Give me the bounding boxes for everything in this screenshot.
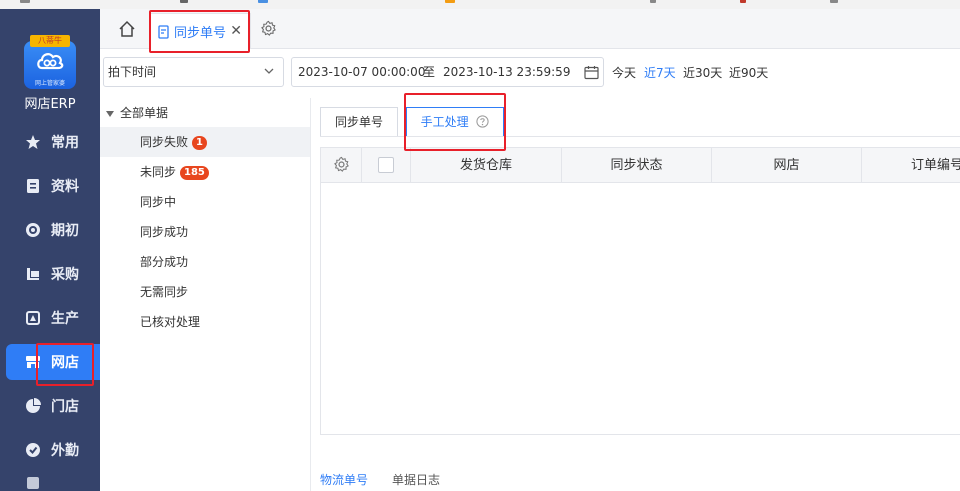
nav-item-common[interactable]: 常用 bbox=[0, 124, 100, 160]
document-sync-icon bbox=[158, 24, 169, 39]
time-field-select[interactable]: 拍下时间 bbox=[103, 57, 284, 87]
column-header-sync-status[interactable]: 同步状态 bbox=[562, 148, 712, 183]
nav-item-stores[interactable]: 门店 bbox=[0, 388, 100, 424]
nav-item-field[interactable]: 外勤 bbox=[0, 432, 100, 468]
pie-icon bbox=[24, 397, 42, 415]
tree-item-label: 未同步 bbox=[140, 165, 177, 179]
tree-item-label: 部分成功 bbox=[140, 255, 189, 269]
quick-90-days[interactable]: 近90天 bbox=[729, 64, 768, 81]
data-grid: 发货仓库 同步状态 网店 订单编号 bbox=[320, 147, 960, 435]
production-icon bbox=[24, 309, 42, 327]
logo-tile: 网上管家婆 bbox=[24, 41, 76, 89]
app-name: 网店ERP bbox=[24, 97, 76, 112]
sidebar: 八蒂牛 网上管家婆 网店ERP 常用 资料 期初 采购 生产 网店 门店 外勤 bbox=[0, 9, 100, 491]
subtab-manual[interactable]: 手工处理 bbox=[406, 107, 504, 137]
tree-item-partial-success[interactable]: 部分成功 bbox=[100, 247, 310, 277]
tree-root[interactable]: 全部单据 bbox=[106, 104, 168, 121]
tree-item-not-synced[interactable]: 未同步 185 bbox=[100, 157, 310, 187]
home-icon[interactable] bbox=[118, 20, 136, 38]
store-icon bbox=[24, 353, 42, 371]
tree-item-sync-success[interactable]: 同步成功 bbox=[100, 217, 310, 247]
nav-label: 生产 bbox=[51, 311, 79, 327]
tree-item-syncing[interactable]: 同步中 bbox=[100, 187, 310, 217]
document-icon bbox=[24, 177, 42, 195]
nav-item-data[interactable]: 资料 bbox=[0, 168, 100, 204]
gear-icon[interactable] bbox=[333, 156, 350, 173]
tree-item-sync-failed[interactable]: 同步失败 1 bbox=[100, 127, 310, 157]
nav-label: 常用 bbox=[51, 135, 79, 151]
quick-today[interactable]: 今天 bbox=[612, 64, 636, 81]
column-header-order-number[interactable]: 订单编号 bbox=[862, 148, 960, 183]
quick-7-days[interactable]: 近7天 bbox=[644, 64, 676, 81]
date-separator: 至 bbox=[423, 65, 436, 79]
tab-bar: 同步单号 ✕ bbox=[100, 9, 960, 49]
nav-item-production[interactable]: 生产 bbox=[0, 300, 100, 336]
calendar-icon[interactable] bbox=[584, 65, 599, 80]
tree-root-label: 全部单据 bbox=[120, 106, 169, 120]
tab-label: 同步单号 bbox=[174, 26, 227, 41]
count-badge: 185 bbox=[180, 165, 209, 180]
nav-label: 采购 bbox=[51, 267, 79, 283]
nav-label: 资料 bbox=[51, 179, 79, 195]
nav-label: 门店 bbox=[51, 399, 79, 415]
logo-subtitle: 网上管家婆 bbox=[34, 80, 65, 87]
tree-item-label: 已核对处理 bbox=[140, 315, 201, 329]
subtab-baseline bbox=[320, 136, 960, 137]
logo-ribbon: 八蒂牛 bbox=[30, 35, 70, 47]
tab-document-log[interactable]: 单据日志 bbox=[392, 471, 440, 488]
tab-sync-order-number[interactable]: 同步单号 ✕ bbox=[150, 13, 251, 49]
count-badge: 1 bbox=[192, 135, 207, 150]
nav-item-more[interactable] bbox=[0, 476, 100, 490]
date-start[interactable]: 2023-10-07 00:00:00 bbox=[298, 58, 425, 86]
tree-item-no-sync-needed[interactable]: 无需同步 bbox=[100, 277, 310, 307]
app-logo: 八蒂牛 网上管家婆 bbox=[24, 35, 76, 91]
target-icon bbox=[24, 221, 42, 239]
column-settings-cell[interactable] bbox=[321, 148, 362, 183]
nav-item-purchase[interactable]: 采购 bbox=[0, 256, 100, 292]
gear-icon[interactable] bbox=[260, 20, 277, 37]
date-end[interactable]: 2023-10-13 23:59:59 bbox=[443, 58, 570, 86]
subtab-manual-label: 手工处理 bbox=[420, 115, 469, 129]
nav-item-opening[interactable]: 期初 bbox=[0, 212, 100, 248]
select-all-cell bbox=[362, 148, 411, 183]
select-all-checkbox[interactable] bbox=[378, 157, 394, 173]
panel-divider bbox=[310, 98, 311, 491]
nav-item-online-store[interactable]: 网店 bbox=[6, 344, 100, 380]
star-icon bbox=[24, 133, 42, 151]
subtab-sync-number[interactable]: 同步单号 bbox=[320, 107, 398, 137]
column-header-warehouse[interactable]: 发货仓库 bbox=[411, 148, 562, 183]
nav-label: 外勤 bbox=[51, 443, 79, 459]
tree-item-verified[interactable]: 已核对处理 bbox=[100, 307, 310, 337]
caret-down-icon[interactable] bbox=[106, 110, 114, 117]
purchase-icon bbox=[24, 265, 42, 283]
help-icon[interactable] bbox=[476, 115, 490, 128]
tree-item-label: 同步中 bbox=[140, 195, 177, 209]
browser-toolbar-strip bbox=[0, 0, 960, 9]
field-icon bbox=[24, 441, 42, 459]
grid-header: 发货仓库 同步状态 网店 订单编号 bbox=[321, 148, 960, 183]
time-field-value: 拍下时间 bbox=[108, 65, 157, 79]
nav-label: 网店 bbox=[51, 355, 79, 371]
cloud-logo-icon bbox=[37, 53, 64, 70]
more-icon bbox=[24, 476, 42, 490]
close-icon[interactable]: ✕ bbox=[230, 23, 242, 39]
tab-logistics-number[interactable]: 物流单号 bbox=[320, 471, 368, 488]
column-header-store[interactable]: 网店 bbox=[712, 148, 862, 183]
chevron-down-icon bbox=[264, 68, 274, 74]
nav-label: 期初 bbox=[51, 223, 79, 239]
tree-item-label: 同步成功 bbox=[140, 225, 189, 239]
tree-item-label: 同步失败 bbox=[140, 135, 189, 149]
tree-item-label: 无需同步 bbox=[140, 285, 189, 299]
date-range-picker[interactable]: 2023-10-07 00:00:00 至 2023-10-13 23:59:5… bbox=[291, 57, 604, 87]
quick-30-days[interactable]: 近30天 bbox=[683, 64, 722, 81]
